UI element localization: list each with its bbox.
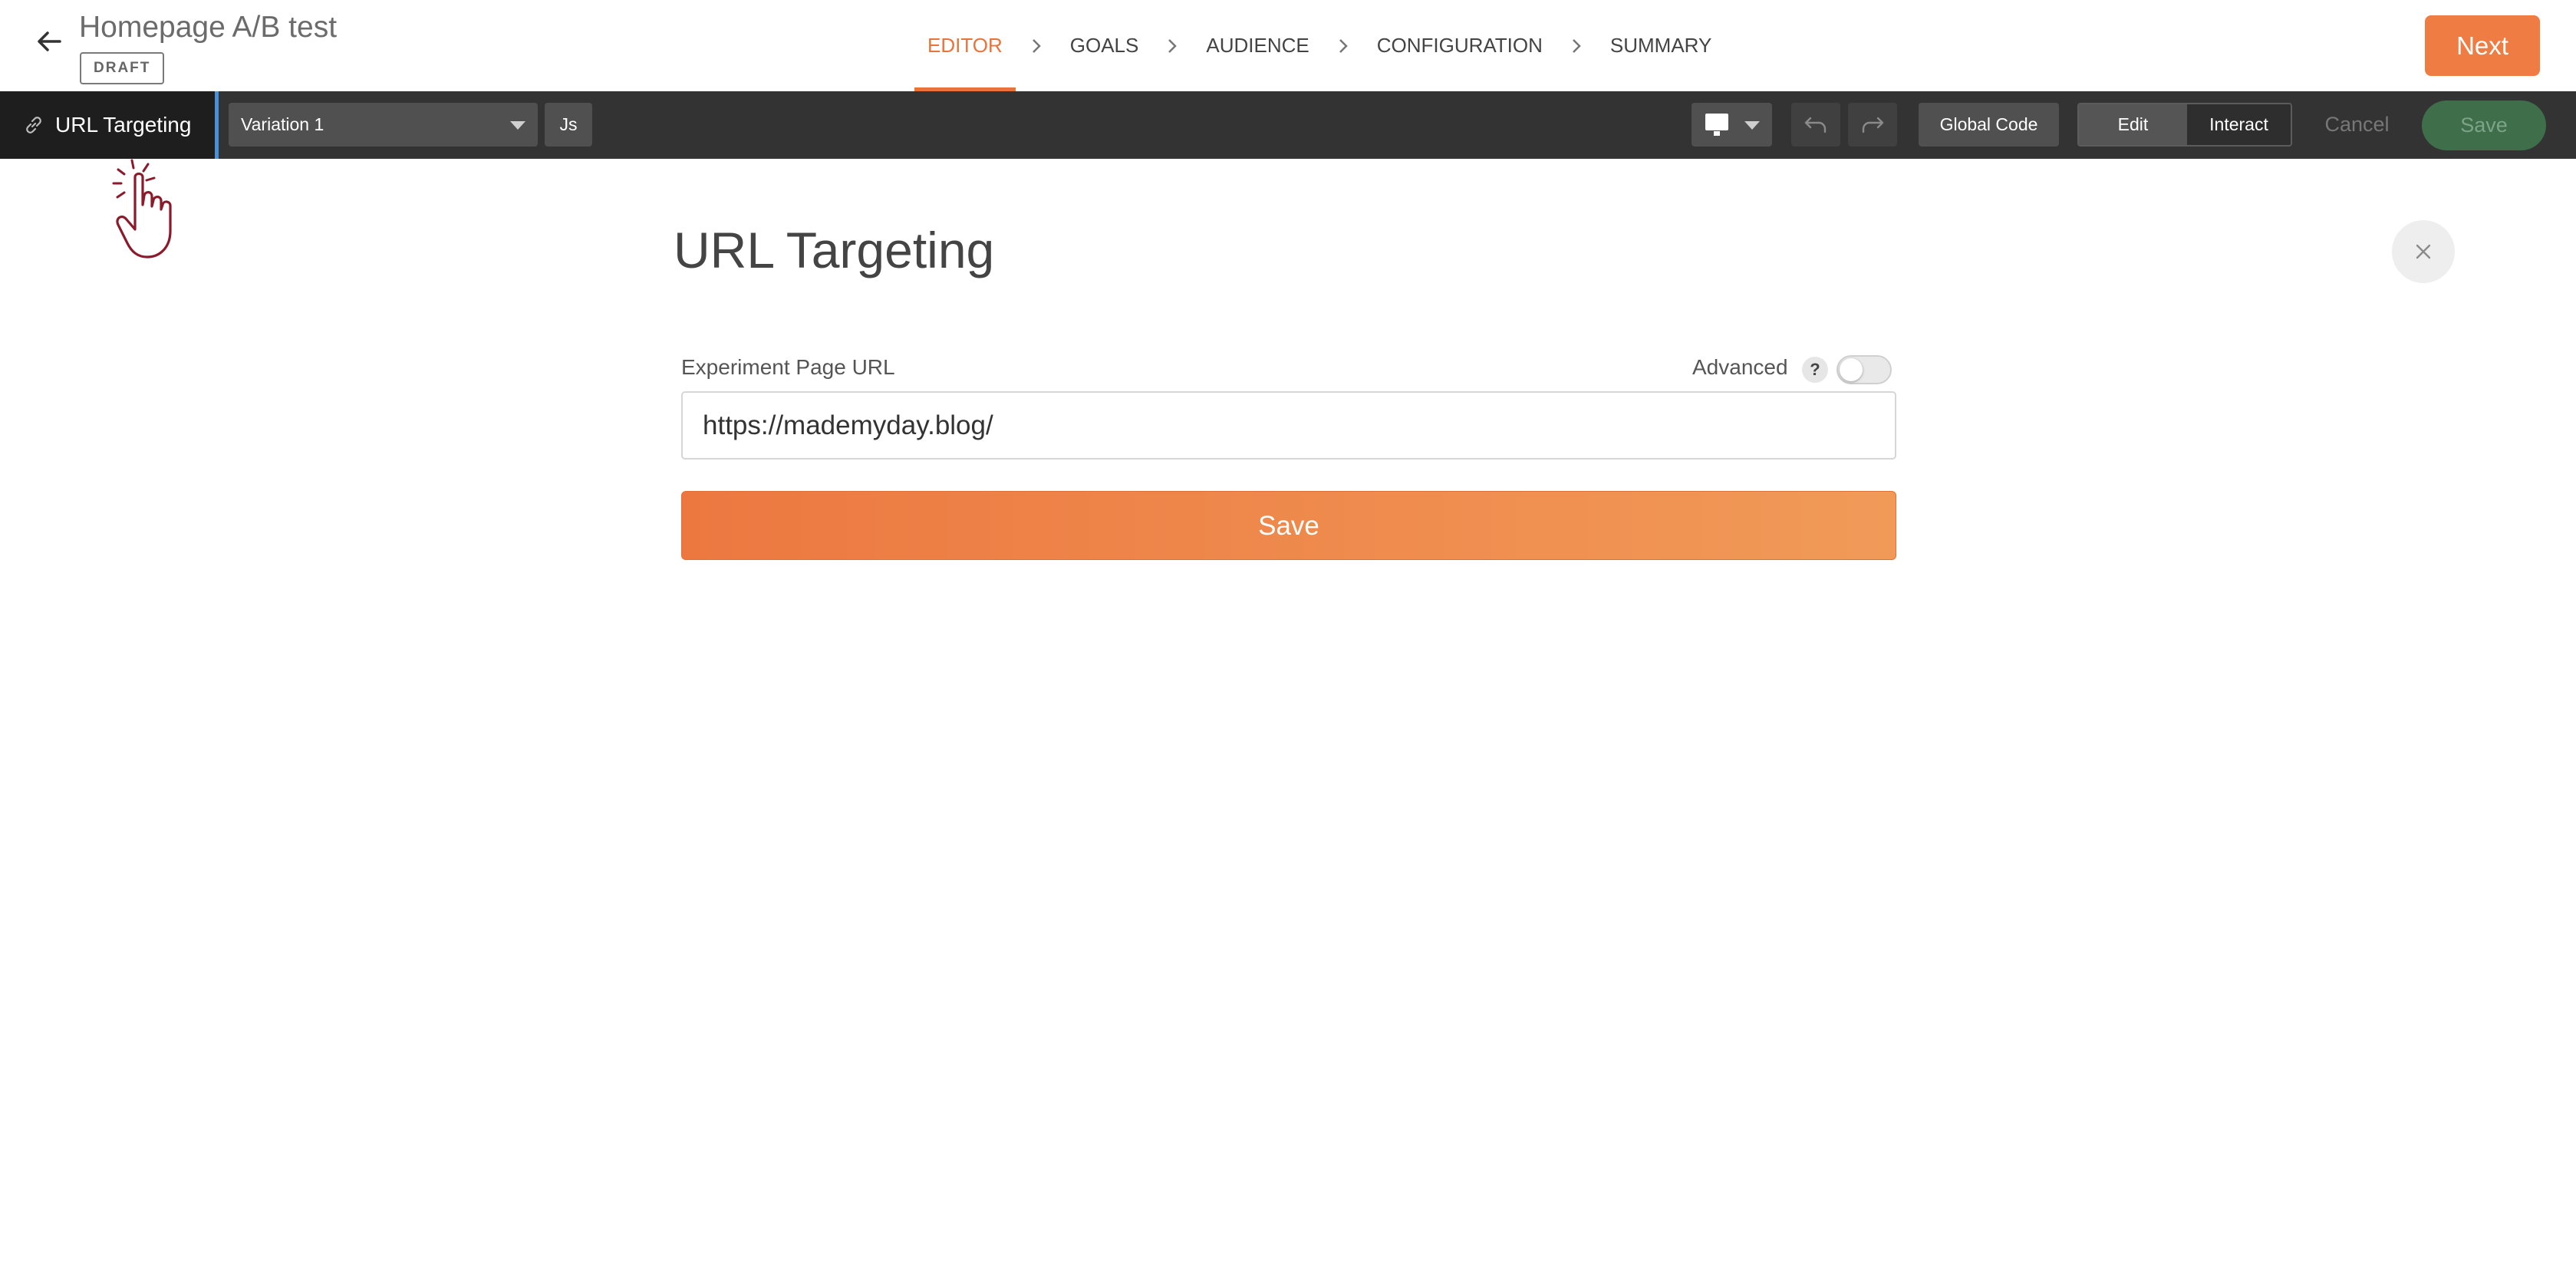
cancel-button[interactable]: Cancel [2313, 103, 2401, 147]
advanced-label: Advanced [1692, 355, 1788, 379]
hand-pointer-icon [112, 159, 172, 259]
wizard-steps: EDITOR GOALS AUDIENCE CONFIGURATION SUMM… [914, 0, 1724, 91]
link-icon [26, 117, 41, 133]
help-icon[interactable]: ? [1802, 357, 1828, 383]
chevron-right-icon [1556, 0, 1597, 91]
mode-interact-button[interactable]: Interact [2187, 104, 2291, 145]
url-targeting-tab-label: URL Targeting [55, 113, 192, 137]
close-button[interactable] [2392, 220, 2455, 283]
js-button[interactable]: Js [545, 103, 592, 147]
editor-toolbar: URL Targeting Variation 1 Js Global Code… [0, 91, 2576, 159]
toolbar-save-button[interactable]: Save [2422, 100, 2546, 150]
advanced-toggle[interactable] [1836, 355, 1892, 384]
step-configuration[interactable]: CONFIGURATION [1364, 0, 1556, 91]
mode-edit-button[interactable]: Edit [2079, 104, 2187, 145]
experiment-url-input[interactable] [681, 391, 1896, 460]
test-title: Homepage A/B test [79, 11, 338, 44]
step-editor[interactable]: EDITOR [914, 0, 1016, 91]
toggle-knob [1840, 358, 1863, 381]
next-button[interactable]: Next [2425, 15, 2540, 76]
top-header: Homepage A/B test DRAFT EDITOR GOALS AUD… [0, 0, 2576, 91]
arrow-left-icon [38, 31, 61, 51]
chevron-right-icon [1323, 0, 1364, 91]
experiment-url-label: Experiment Page URL [681, 355, 895, 379]
caret-down-icon [510, 121, 525, 130]
variation-select-value: Variation 1 [241, 114, 324, 134]
undo-icon [1804, 117, 1827, 133]
active-tab-indicator [215, 91, 219, 159]
variation-select[interactable]: Variation 1 [229, 103, 538, 147]
url-targeting-tab[interactable]: URL Targeting [0, 91, 218, 159]
chevron-right-icon [1016, 0, 1057, 91]
panel-title: URL Targeting [674, 222, 995, 278]
undo-button[interactable] [1791, 103, 1840, 147]
global-code-button[interactable]: Global Code [1919, 103, 2059, 147]
back-button[interactable] [31, 23, 68, 60]
desktop-stand [1714, 131, 1720, 136]
save-button[interactable]: Save [681, 491, 1896, 560]
mode-toggle: Edit Interact [2077, 103, 2292, 147]
step-goals[interactable]: GOALS [1057, 0, 1152, 91]
redo-button[interactable] [1848, 103, 1897, 147]
redo-icon [1862, 117, 1884, 133]
caret-down-icon [1744, 121, 1760, 130]
chevron-right-icon [1151, 0, 1193, 91]
step-summary[interactable]: SUMMARY [1597, 0, 1724, 91]
step-audience[interactable]: AUDIENCE [1193, 0, 1322, 91]
status-badge: DRAFT [80, 52, 165, 84]
desktop-icon [1705, 114, 1728, 130]
device-select[interactable] [1692, 103, 1772, 147]
close-icon [2416, 244, 2431, 259]
